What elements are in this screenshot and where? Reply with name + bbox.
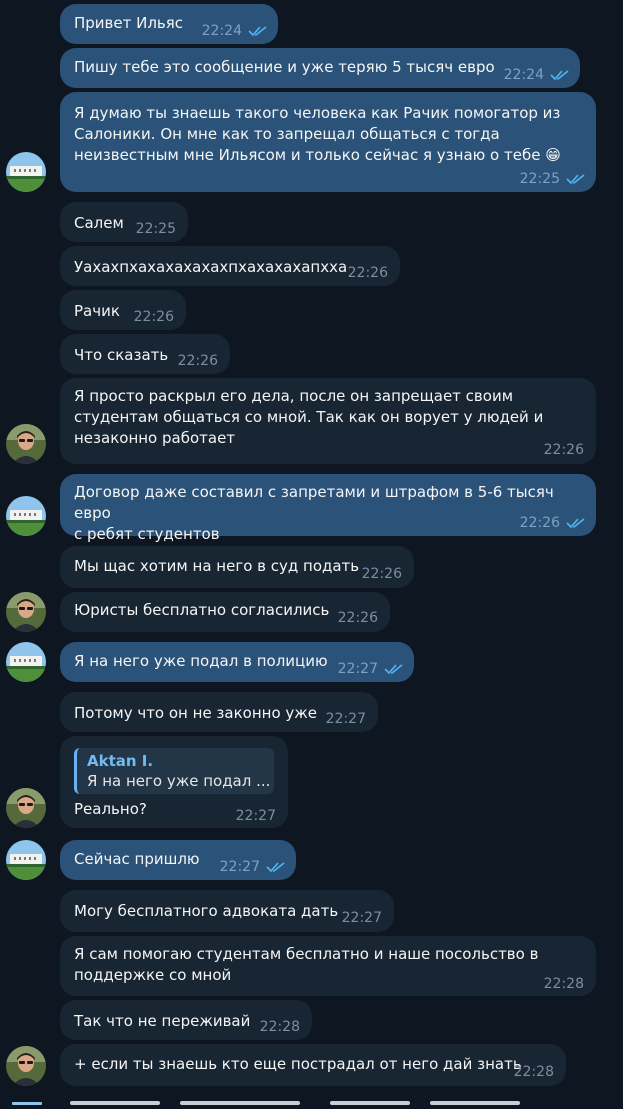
message-time: 22:26 [337,610,378,626]
message-time: 22:27 [341,910,382,926]
message-bubble-incoming[interactable]: Так что не переживай 22:28 [60,1000,312,1040]
message-bubble-incoming[interactable]: Салем 22:25 [60,202,188,242]
message-text: Пишу тебе это сообщение и уже теряю 5 ты… [74,58,495,76]
message-text: Я думаю ты знаешь такого человека как Ра… [74,104,561,164]
message-bubble-incoming[interactable]: Я сам помогаю студентам бесплатно и наше… [60,936,596,996]
message-time: 22:27 [325,711,366,727]
message-text: Я сам помогаю студентам бесплатно и наше… [74,945,539,984]
message-bubble-outgoing[interactable]: Договор даже составил с запретами и штра… [60,474,596,543]
double-check-icon [384,664,403,675]
message-bubble-outgoing[interactable]: Привет Ильяс 22:24 [60,4,278,44]
message-text: Уахахпхахахахахахпхахахахапхха [74,258,348,276]
message-text: Я просто раскрыл его дела, после он запр… [74,387,544,447]
message-text: Юристы бесплатно согласились [74,601,330,619]
message-bubble-incoming[interactable]: Могу бесплатного адвоката дать 22:27 [60,890,394,932]
message-time: 22:25 [135,221,176,237]
contact-avatar-person[interactable] [6,788,46,828]
message-time: 22:27 [219,859,260,875]
message-time: 22:26 [133,309,174,325]
message-meta: 22:26 [520,513,586,534]
sender-avatar-building[interactable] [6,496,46,536]
message-bubble-outgoing[interactable]: Я думаю ты знаешь такого человека как Ра… [60,92,596,192]
message-time: 22:24 [503,67,544,83]
message-bubble-incoming[interactable]: Мы щас хотим на него в суд подать 22:26 [60,546,414,588]
message-text: Могу бесплатного адвоката дать [74,902,339,920]
contact-avatar-person[interactable] [6,424,46,464]
message-bubble-incoming[interactable]: Юристы бесплатно согласились 22:26 [60,592,390,632]
message-meta: 22:24 [202,21,268,42]
reply-quote[interactable]: Aktan I. Я на него уже подал ... [74,748,274,794]
sender-avatar-building[interactable] [6,840,46,880]
message-time: 22:28 [259,1019,300,1035]
message-time: 22:27 [337,661,378,677]
message-bubble-incoming[interactable]: Я просто раскрыл его дела, после он запр… [60,378,596,464]
message-time: 22:26 [177,353,218,369]
message-bubble-incoming[interactable]: Что сказать 22:26 [60,334,230,374]
double-check-icon [248,26,267,37]
sender-avatar-building[interactable] [6,152,46,192]
sender-avatar-building[interactable] [6,642,46,682]
message-time: 22:28 [513,1064,554,1080]
contact-avatar-person[interactable] [6,1046,46,1086]
reply-author: Aktan I. [87,752,154,770]
cut-off-next-message [0,1090,623,1105]
message-meta: 22:27 [220,857,286,878]
double-check-icon [550,70,569,81]
message-bubble-outgoing[interactable]: Пишу тебе это сообщение и уже теряю 5 ты… [60,48,580,88]
message-bubble-outgoing[interactable]: Я на него уже подал в полицию 22:27 [60,642,414,682]
message-bubble-incoming[interactable]: Потому что он не законно уже 22:27 [60,692,378,732]
message-time: 22:26 [543,442,584,458]
message-text: Реально? [74,800,147,818]
message-bubble-incoming[interactable]: + если ты знаешь кто еще пострадал от не… [60,1044,566,1086]
message-bubble-incoming[interactable]: Рачик 22:26 [60,290,186,330]
double-check-icon [566,174,585,185]
message-time: 22:27 [235,808,276,824]
message-meta: 22:24 [504,65,570,86]
double-check-icon [266,862,285,873]
message-time: 22:25 [519,171,560,187]
message-meta: 22:27 [338,659,404,680]
contact-avatar-person[interactable] [6,592,46,632]
message-bubble-incoming[interactable]: Уахахпхахахахахахпхахахахапхха 22:26 [60,246,400,286]
message-bubble-incoming-reply[interactable]: Aktan I. Я на него уже подал ... Реально… [60,736,288,828]
message-time: 22:24 [201,23,242,39]
double-check-icon [566,518,585,529]
message-text: + если ты знаешь кто еще пострадал от не… [74,1055,522,1073]
message-text: Договор даже составил с запретами и штра… [74,483,554,543]
message-time: 22:26 [519,515,560,531]
message-meta: 22:25 [520,169,586,190]
message-bubble-outgoing[interactable]: Сейчас пришлю 22:27 [60,840,296,880]
reply-snippet: Я на него уже подал ... [87,772,271,790]
message-time: 22:26 [347,265,388,281]
message-time: 22:28 [543,976,584,992]
message-text: Мы щас хотим на него в суд подать [74,557,360,575]
message-text: Потому что он не законно уже [74,704,318,722]
message-time: 22:26 [361,566,402,582]
